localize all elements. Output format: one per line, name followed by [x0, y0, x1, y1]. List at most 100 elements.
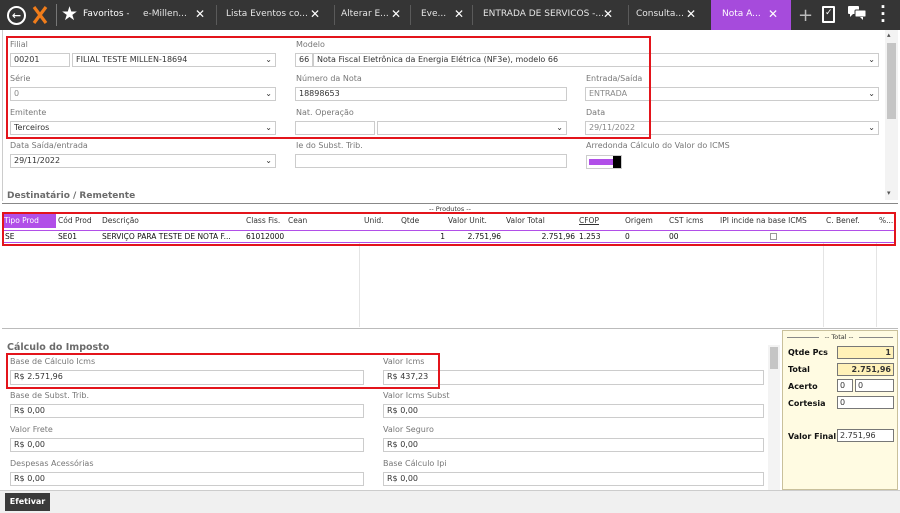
arredonda-toggle[interactable]: [586, 155, 622, 169]
header-scrollbar-thumb[interactable]: [887, 43, 896, 119]
col-tipo-prod[interactable]: Tipo Prod: [2, 214, 56, 228]
modelo-name-value: Nota Fiscal Eletrônica da Energia Elétri…: [317, 55, 559, 64]
calculo-scrollbar-thumb[interactable]: [770, 347, 778, 369]
tab-close-icon[interactable]: ✕: [686, 0, 696, 28]
tab-close-icon[interactable]: ✕: [603, 0, 613, 28]
tab-close-icon[interactable]: ✕: [391, 0, 401, 28]
valor-frete-input[interactable]: R$ 0,00: [10, 438, 364, 452]
col-percent[interactable]: %...: [879, 214, 895, 228]
filial-name-value: FILIAL TESTE MILLEN-18694: [76, 55, 188, 64]
tab-close-icon[interactable]: ✕: [195, 0, 205, 28]
tab-label: ENTRADA DE SERVICOS -...: [483, 9, 604, 19]
chevron-down-icon: ⌄: [868, 89, 875, 98]
entrada-saida-value: ENTRADA: [589, 89, 628, 98]
base-calculo-icms-input[interactable]: R$ 2.571,96: [10, 370, 364, 385]
toggle-knob: [613, 156, 621, 168]
nat-operacao-select[interactable]: ⌄: [377, 121, 567, 135]
tab-close-icon[interactable]: ✕: [768, 0, 778, 28]
tab-entrada-servicos[interactable]: ENTRADA DE SERVICOS -... ✕: [483, 0, 623, 30]
numero-nota-input[interactable]: 18898653: [295, 87, 567, 101]
col-descricao[interactable]: Descrição: [102, 214, 242, 228]
data-saida-label: Data Saída/entrada: [10, 141, 88, 150]
col-class-fis[interactable]: Class Fis.: [246, 214, 286, 228]
scroll-up-icon[interactable]: ▴: [887, 31, 891, 39]
col-c-benef[interactable]: C. Benef.: [826, 214, 871, 228]
modelo-code-input[interactable]: 66: [295, 53, 313, 67]
new-tab-plus-icon[interactable]: +: [798, 5, 813, 26]
more-vertical-icon[interactable]: · · ·: [880, 0, 886, 29]
acerto-label: Acerto: [788, 382, 818, 391]
tab-label: Nota A...: [722, 9, 761, 19]
calculo-title: Cálculo do Imposto: [7, 342, 110, 353]
tab-eventos[interactable]: Eve... ✕: [421, 0, 473, 30]
scroll-down-icon[interactable]: ▾: [887, 189, 891, 197]
data-label: Data: [586, 108, 606, 117]
grid-line: [359, 243, 360, 327]
col-unid[interactable]: Unid.: [364, 214, 394, 228]
col-cod-prod[interactable]: Cód Prod: [58, 214, 100, 228]
star-icon[interactable]: ★: [61, 3, 78, 25]
cell-ipi-checkbox[interactable]: [770, 233, 777, 240]
emitente-select[interactable]: Terceiros ⌄: [10, 121, 276, 135]
data-saida-value: 29/11/2022: [14, 156, 61, 165]
data-saida-select[interactable]: 29/11/2022 ⌄: [10, 154, 276, 168]
cell-cbenef: [826, 231, 866, 242]
col-valor-total[interactable]: Valor Total: [506, 214, 558, 228]
calculo-divider: [2, 328, 898, 329]
tab-emillen[interactable]: e-Millen... ✕: [143, 0, 213, 30]
valor-icms-subst-input[interactable]: R$ 0,00: [383, 404, 764, 418]
chevron-down-icon: ⌄: [265, 55, 272, 64]
nat-operacao-code-input[interactable]: [295, 121, 375, 135]
entrada-saida-label: Entrada/Saída: [586, 74, 643, 83]
col-ipi-incide[interactable]: IPI incide na base ICMS: [720, 214, 820, 228]
modelo-select[interactable]: Nota Fiscal Eletrônica da Energia Elétri…: [313, 53, 879, 67]
valor-seguro-input[interactable]: R$ 0,00: [383, 438, 764, 452]
tab-lista-eventos[interactable]: Lista Eventos co... ✕: [226, 0, 334, 30]
data-select[interactable]: 29/11/2022 ⌄: [585, 121, 879, 135]
topbar-divider: [56, 4, 57, 26]
acerto-input-1[interactable]: 0: [837, 379, 853, 392]
base-subst-trib-input[interactable]: R$ 0,00: [10, 404, 364, 418]
favoritos-caret: -: [126, 9, 130, 18]
filial-select[interactable]: FILIAL TESTE MILLEN-18694 ⌄: [72, 53, 276, 67]
grid-line: [876, 243, 877, 327]
despesas-acessorias-input[interactable]: R$ 0,00: [10, 472, 364, 486]
valor-icms-input[interactable]: R$ 437,23: [383, 370, 764, 385]
tab-alterar[interactable]: Alterar E... ✕: [341, 0, 409, 30]
back-arrow-icon[interactable]: ←: [7, 6, 26, 25]
table-row[interactable]: SE SE01 SERVIÇO PARA TESTE DE NOTA F... …: [2, 230, 895, 243]
data-value: 29/11/2022: [589, 123, 636, 132]
col-cst-icms[interactable]: CST icms: [669, 214, 709, 228]
acerto-input-2[interactable]: 0: [855, 379, 894, 392]
entrada-saida-select[interactable]: ENTRADA ⌄: [585, 87, 879, 101]
chevron-down-icon: ⌄: [265, 89, 272, 98]
efetivar-button[interactable]: Efetivar: [5, 493, 50, 511]
favoritos-menu[interactable]: Favoritos -: [83, 9, 129, 19]
total-value: 2.751,96: [837, 363, 894, 376]
valor-final-input[interactable]: 2.751,96: [837, 429, 894, 442]
chevron-down-icon: ⌄: [868, 55, 875, 64]
cell-descricao: SERVIÇO PARA TESTE DE NOTA F...: [102, 232, 231, 241]
tab-consulta[interactable]: Consulta... ✕: [636, 0, 702, 30]
filial-code-input[interactable]: 00201: [10, 53, 70, 67]
cell-unid: [364, 231, 394, 242]
cell-cod: SE01: [58, 232, 78, 241]
valor-seguro-label: Valor Seguro: [383, 425, 434, 434]
ie-subst-input[interactable]: [295, 154, 567, 168]
cell-cean: [289, 231, 359, 242]
chat-bubbles-icon[interactable]: [848, 6, 867, 24]
serie-select[interactable]: 0 ⌄: [10, 87, 276, 101]
tab-close-icon[interactable]: ✕: [310, 0, 320, 28]
col-origem[interactable]: Origem: [625, 214, 659, 228]
tab-nota-active[interactable]: Nota A... ✕: [711, 0, 791, 30]
col-valor-unit[interactable]: Valor Unit.: [448, 214, 500, 228]
tab-close-icon[interactable]: ✕: [454, 0, 464, 28]
col-cfop[interactable]: CFOP: [579, 214, 609, 228]
col-cean[interactable]: Cean: [288, 214, 318, 228]
col-qtde[interactable]: Qtde: [401, 214, 431, 228]
cortesia-input[interactable]: 0: [837, 396, 894, 409]
destinatario-section-title: Destinatário / Remetente: [7, 191, 136, 201]
base-calculo-ipi-input[interactable]: R$ 0,00: [383, 472, 764, 486]
emitente-value: Terceiros: [14, 123, 50, 132]
clipboard-check-icon[interactable]: [822, 6, 835, 23]
